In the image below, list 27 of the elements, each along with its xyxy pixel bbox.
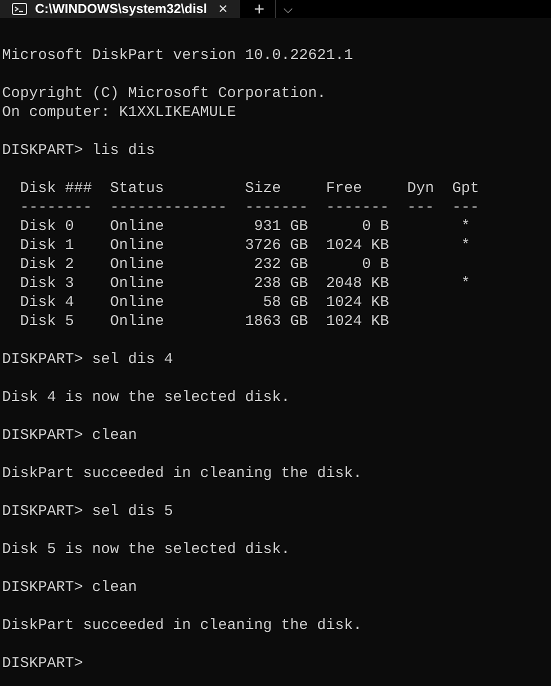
console-line: On computer: K1XXLIKEAMULE — [2, 103, 236, 122]
console-line: DISKPART> clean — [2, 426, 138, 445]
console-line: Copyright (C) Microsoft Corporation. — [2, 84, 326, 103]
console-line: DISKPART> clean — [2, 578, 138, 597]
console-line: Disk 2 Online 232 GB 0 B — [19, 255, 390, 274]
console-line: -------- ------------- ------- ------- --- --- — [19, 198, 480, 217]
console-line: Disk 4 Online 58 GB 1024 KB — [19, 293, 390, 312]
console-line: DISKPART> sel dis 5 — [2, 502, 174, 521]
terminal-tab[interactable]: C:\WINDOWS\system32\disl ✕ — [0, 0, 240, 18]
console-line: DISKPART> sel dis 4 — [2, 350, 174, 369]
console-line: DiskPart succeeded in cleaning the disk. — [2, 616, 362, 635]
console-line: Disk 4 is now the selected disk. — [2, 388, 290, 407]
new-tab-button[interactable]: + — [244, 0, 275, 18]
console-line: Disk 1 Online 3726 GB 1024 KB * — [19, 236, 470, 255]
console-line: Disk 5 Online 1863 GB 1024 KB — [19, 312, 390, 331]
console-line: Disk 3 Online 238 GB 2048 KB * — [19, 274, 470, 293]
console-line: DiskPart succeeded in cleaning the disk. — [2, 464, 362, 483]
terminal-icon — [12, 3, 27, 15]
dropdown-button[interactable]: ⌵ — [274, 0, 301, 18]
close-tab-button[interactable]: ✕ — [216, 2, 230, 16]
console-line: DISKPART> lis dis — [2, 141, 156, 160]
console-line: Disk 5 is now the selected disk. — [2, 540, 290, 559]
console-line: DISKPART> — [2, 654, 84, 673]
tab-title: C:\WINDOWS\system32\disl — [35, 1, 208, 17]
console-line: Microsoft DiskPart version 10.0.22621.1 — [2, 46, 354, 65]
console-line: Disk 0 Online 931 GB 0 B * — [19, 217, 470, 236]
console-line: Disk ### Status Size Free Dyn Gpt — [19, 179, 480, 198]
